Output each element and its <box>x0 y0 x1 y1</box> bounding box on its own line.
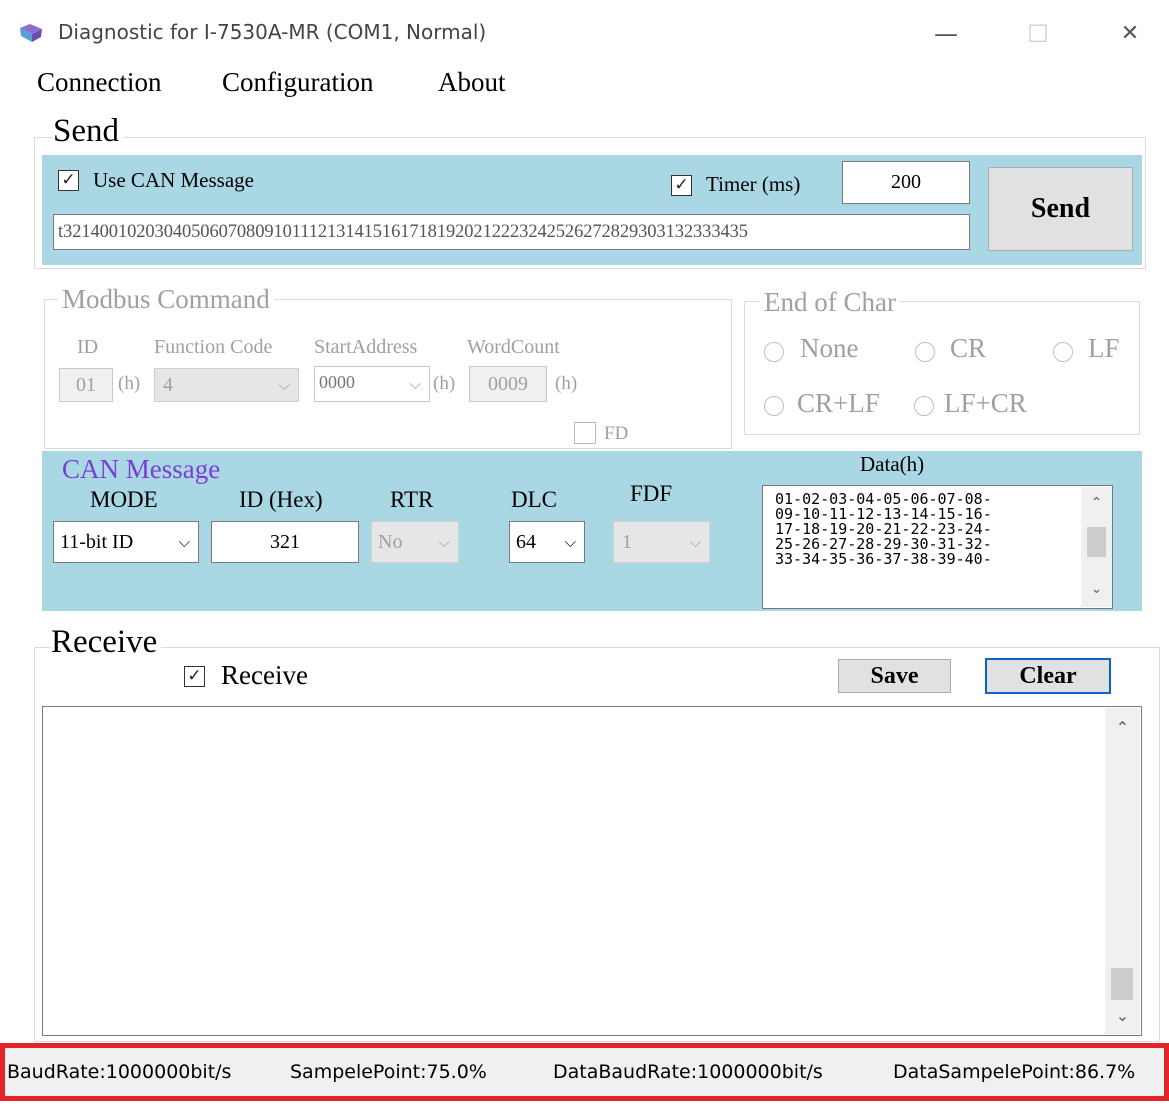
scroll-up-icon[interactable]: ⌃ <box>1081 495 1112 511</box>
radio-lf-cr[interactable] <box>914 396 934 416</box>
fdf-label: FDF <box>630 481 673 506</box>
mode-value: 11-bit ID <box>60 531 134 553</box>
data-textbox[interactable]: 01-02-03-04-05-06-07-08- 09-10-11-12-13-… <box>762 485 1113 609</box>
close-button[interactable]: ✕ <box>1110 14 1150 54</box>
radio-cr-lf[interactable] <box>764 396 784 416</box>
status-sample-point: SampelePoint:75.0% <box>290 1061 487 1083</box>
send-button[interactable]: Send <box>988 167 1133 251</box>
maximize-button[interactable]: ☐ <box>1018 14 1058 54</box>
end-of-char-title: End of Char <box>760 287 900 318</box>
status-bar: BaudRate:1000000bit/s SampelePoint:75.0%… <box>0 1043 1169 1101</box>
start-address-label: StartAddress <box>314 336 418 358</box>
data-scrollbar[interactable]: ⌃ ⌄ <box>1081 487 1112 607</box>
dlc-label: DLC <box>511 487 557 512</box>
modbus-id-input[interactable]: 01 <box>59 368 113 402</box>
data-line: 33-34-35-36-37-38-39-40- <box>775 550 992 568</box>
status-baud-rate: BaudRate:1000000bit/s <box>7 1061 232 1083</box>
chevron-down-icon: ⌵ <box>689 533 701 551</box>
timer-checkbox[interactable]: ✓ <box>671 175 692 196</box>
app-icon <box>20 24 42 42</box>
message-input[interactable]: t321400102030405060708091011121314151617… <box>53 214 970 250</box>
receive-section-title: Receive <box>51 624 162 661</box>
receive-textbox[interactable]: ⌃ ⌄ <box>42 706 1142 1036</box>
radio-lf[interactable] <box>1053 342 1073 362</box>
scroll-down-icon[interactable]: ⌄ <box>1081 581 1112 597</box>
fdf-select[interactable]: 1 ⌵ <box>613 521 710 563</box>
clear-button[interactable]: Clear <box>985 658 1111 694</box>
menu-configuration[interactable]: Configuration <box>222 67 373 98</box>
receive-checkbox-label: Receive <box>221 660 308 690</box>
chevron-down-icon: ⌵ <box>178 533 190 551</box>
modbus-id-label: ID <box>77 336 99 358</box>
timer-label: Timer (ms) <box>706 172 801 196</box>
data-label: Data(h) <box>860 452 925 476</box>
timer-input[interactable]: 200 <box>842 161 970 204</box>
can-message-title: CAN Message <box>62 454 221 484</box>
rtr-value: No <box>378 531 403 553</box>
status-data-sample-point: DataSampelePoint:86.7% <box>893 1061 1136 1083</box>
scroll-thumb[interactable] <box>1087 527 1106 557</box>
minimize-button[interactable]: — <box>926 14 966 54</box>
title-bar[interactable]: Diagnostic for I-7530A-MR (COM1, Normal)… <box>0 0 1169 66</box>
mode-label: MODE <box>90 487 158 512</box>
use-can-label: Use CAN Message <box>93 168 254 192</box>
menu-about[interactable]: About <box>438 67 506 98</box>
menu-connection[interactable]: Connection <box>37 67 161 98</box>
radio-lf-cr-label: LF+CR <box>944 388 1027 418</box>
send-section-title: Send <box>53 113 123 150</box>
wordcount-input[interactable]: 0009 <box>469 366 547 402</box>
radio-none-label: None <box>800 333 859 363</box>
dlc-select[interactable]: 64 ⌵ <box>509 521 585 563</box>
dlc-value: 64 <box>516 531 536 553</box>
scroll-down-icon[interactable]: ⌄ <box>1105 1006 1140 1025</box>
window-title: Diagnostic for I-7530A-MR (COM1, Normal) <box>58 20 487 44</box>
radio-none[interactable] <box>764 342 784 362</box>
radio-cr[interactable] <box>915 342 935 362</box>
chevron-down-icon: ⌵ <box>278 376 290 394</box>
status-data-baud-rate: DataBaudRate:1000000bit/s <box>553 1061 823 1083</box>
fd-label: FD <box>604 423 629 444</box>
radio-cr-label: CR <box>950 333 987 363</box>
modbus-id-unit: (h) <box>118 373 141 394</box>
save-button[interactable]: Save <box>838 659 951 693</box>
chevron-down-icon: ⌵ <box>409 375 421 393</box>
scroll-up-icon[interactable]: ⌃ <box>1105 718 1140 737</box>
rtr-select[interactable]: No ⌵ <box>371 521 459 563</box>
function-code-label: Function Code <box>154 336 273 358</box>
can-id-label: ID (Hex) <box>239 487 323 512</box>
start-address-unit: (h) <box>433 373 456 394</box>
rtr-label: RTR <box>390 487 434 512</box>
radio-lf-label: LF <box>1088 333 1120 363</box>
chevron-down-icon: ⌵ <box>564 533 576 551</box>
mode-select[interactable]: 11-bit ID ⌵ <box>53 521 199 563</box>
receive-scrollbar[interactable]: ⌃ ⌄ <box>1105 708 1140 1034</box>
fd-checkbox[interactable] <box>574 422 596 444</box>
start-address-value: 0000 <box>319 372 355 392</box>
fdf-value: 1 <box>622 531 632 553</box>
modbus-title: Modbus Command <box>58 284 274 315</box>
radio-cr-lf-label: CR+LF <box>797 388 880 418</box>
wordcount-unit: (h) <box>555 373 578 394</box>
start-address-select[interactable]: 0000 ⌵ <box>314 366 430 402</box>
receive-checkbox[interactable]: ✓ <box>184 666 205 687</box>
function-code-select[interactable]: 4 ⌵ <box>154 368 299 402</box>
use-can-checkbox[interactable]: ✓ <box>58 170 79 191</box>
scroll-thumb[interactable] <box>1111 968 1133 1000</box>
function-code-value: 4 <box>163 374 173 396</box>
wordcount-label: WordCount <box>467 336 560 358</box>
chevron-down-icon: ⌵ <box>438 533 450 551</box>
can-id-input[interactable]: 321 <box>211 521 359 563</box>
